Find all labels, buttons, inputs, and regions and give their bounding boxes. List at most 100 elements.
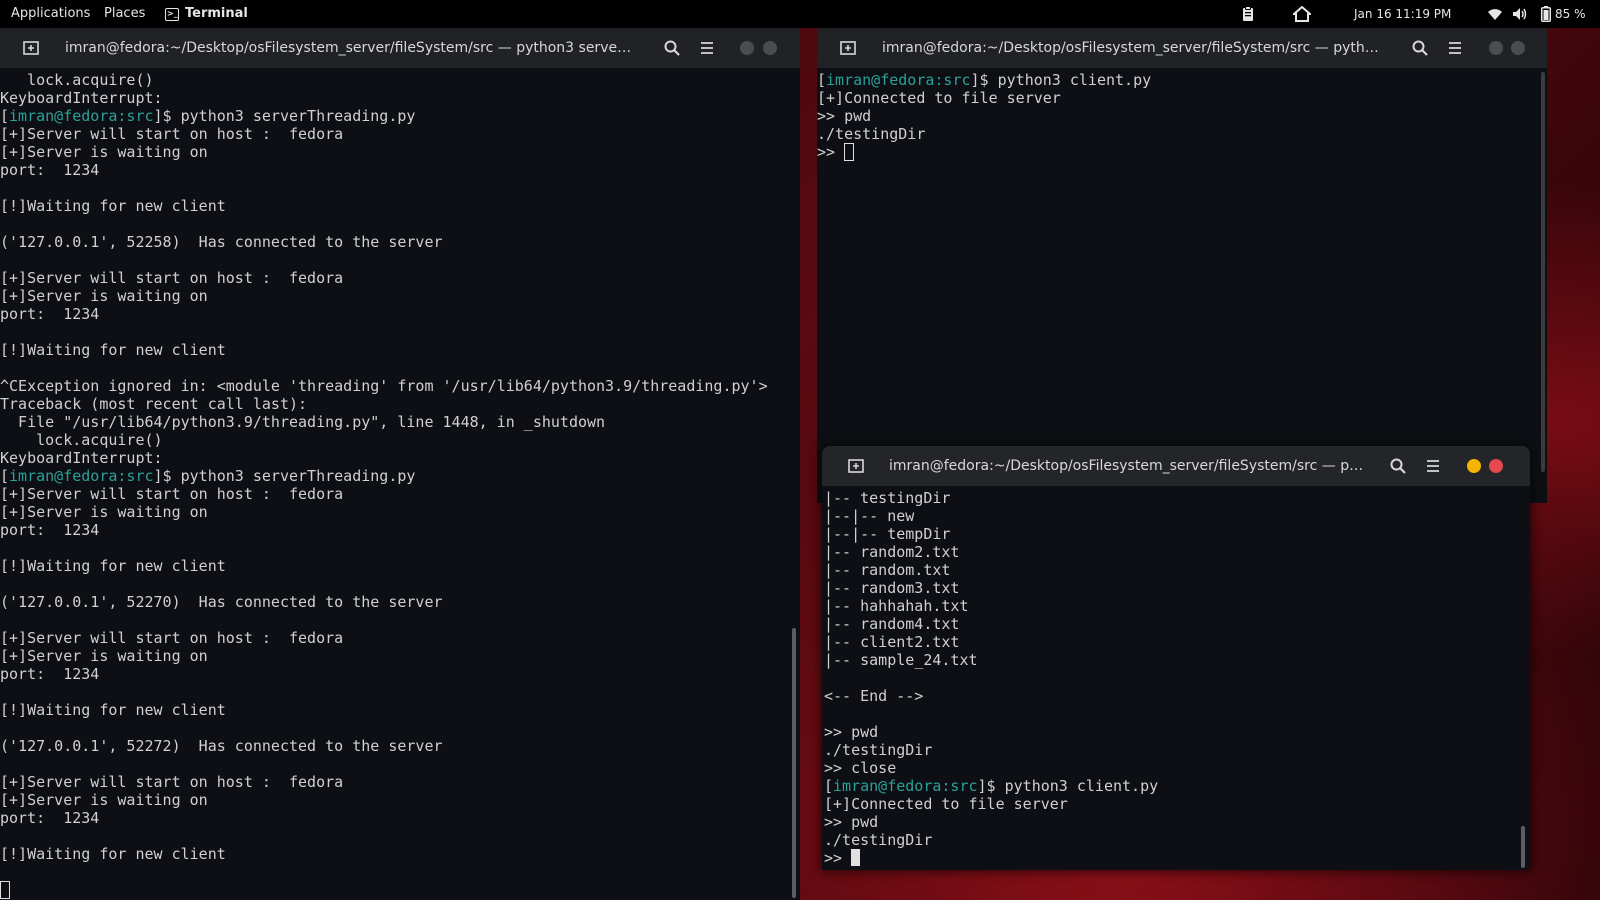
terminal-text: [+]Server will start on host : fedora [0,125,344,143]
terminal-line: [+]Server will start on host : fedora [0,269,790,287]
terminal-text: [+]Connected to file server [824,795,1068,813]
hamburger-menu-icon[interactable] [1423,456,1443,476]
terminal-cursor [851,849,861,866]
terminal-text: >> pwd [824,813,879,831]
volume-icon[interactable] [1512,7,1528,21]
clipboard-icon[interactable] [1242,6,1254,22]
close-button[interactable] [1511,41,1525,55]
window-header[interactable]: imran@fedora:~/Desktop/osFilesystem_serv… [822,446,1530,486]
close-button[interactable] [763,41,777,55]
terminal-line: ./testingDir [824,831,1520,849]
terminal-text: >> pwd [817,107,872,125]
terminal-line: [!]Waiting for new client [0,197,790,215]
prompt-user-host: imran@fedora:src [826,71,971,89]
scrollbar[interactable] [1541,72,1545,472]
scrollbar[interactable] [1521,826,1525,868]
minimize-button[interactable] [1467,459,1481,473]
terminal-line: [+]Server is waiting on [0,143,790,161]
search-icon[interactable] [1388,456,1408,476]
active-app-label: Terminal [185,6,248,21]
terminal-text: |-- random4.txt [824,615,960,633]
window-title: imran@fedora:~/Desktop/osFilesystem_serv… [889,458,1369,474]
terminal-line: [!]Waiting for new client [0,701,790,719]
terminal-text: ./testingDir [817,125,926,143]
terminal-text: |-- random2.txt [824,543,960,561]
terminal-text: [!]Waiting for new client [0,845,226,863]
terminal-text: >> close [824,759,897,777]
terminal-window-client-1[interactable]: imran@fedora:~/Desktop/osFilesystem_serv… [817,28,1547,503]
terminal-text: lock.acquire() [0,71,154,89]
scrollbar[interactable] [792,628,796,898]
terminal-line: port: 1234 [0,665,790,683]
terminal-text: [ [0,107,10,125]
terminal-text: |-- sample_24.txt [824,651,978,669]
terminal-text: [+]Server is waiting on [0,503,208,521]
terminal-text: |-- client2.txt [824,633,960,651]
terminal-text: [+]Server will start on host : fedora [0,485,344,503]
terminal-text: ('127.0.0.1', 52272) Has connected to th… [0,737,443,755]
window-header[interactable]: imran@fedora:~/Desktop/osFilesystem_serv… [0,28,800,68]
terminal-output[interactable]: [imran@fedora:src]$ python3 client.py [+]… [817,71,1537,161]
minimize-button[interactable] [1489,41,1503,55]
battery-icon [1541,6,1551,22]
terminal-line: >> [824,849,1520,867]
terminal-line: [+]Server is waiting on [0,287,790,305]
new-tab-icon[interactable] [21,38,41,58]
terminal-text: >> [824,849,852,867]
terminal-text: ]$ python3 client.py [977,777,1159,795]
places-menu[interactable]: Places [104,0,145,28]
terminal-text: [!]Waiting for new client [0,197,226,215]
terminal-line: [+]Connected to file server [824,795,1520,813]
terminal-text: [ [817,71,827,89]
clock[interactable]: Jan 16 11:19 PM [1354,0,1451,28]
minimize-button[interactable] [740,41,754,55]
terminal-line: port: 1234 [0,809,790,827]
terminal-window-server[interactable]: imran@fedora:~/Desktop/osFilesystem_serv… [0,28,800,900]
terminal-line: |-- random4.txt [824,615,1520,633]
new-tab-icon[interactable] [838,38,858,58]
terminal-output[interactable]: lock.acquire() KeyboardInterrupt: [imran@f… [0,71,790,899]
applications-menu[interactable]: Applications [11,0,90,28]
terminal-text: Traceback (most recent call last): [0,395,308,413]
hamburger-menu-icon[interactable] [697,38,717,58]
new-tab-icon[interactable] [846,456,866,476]
terminal-text: >> [817,143,845,161]
terminal-text: port: 1234 [0,521,100,539]
terminal-text: [+]Server is waiting on [0,287,208,305]
terminal-text: [+]Server will start on host : fedora [0,269,344,287]
terminal-line: [+]Server will start on host : fedora [0,125,790,143]
close-button[interactable] [1489,459,1503,473]
window-header[interactable]: imran@fedora:~/Desktop/osFilesystem_serv… [817,28,1547,68]
terminal-cursor [0,881,10,899]
search-icon[interactable] [1410,38,1430,58]
terminal-text: port: 1234 [0,809,100,827]
terminal-text: port: 1234 [0,665,100,683]
terminal-line: ^CException ignored in: <module 'threadi… [0,377,790,395]
wifi-icon[interactable] [1487,7,1503,21]
home-icon[interactable] [1293,6,1311,22]
battery-indicator[interactable]: 85 % [1541,0,1586,28]
terminal-line [0,881,790,899]
terminal-line: [imran@fedora:src]$ python3 serverThread… [0,107,790,125]
terminal-text: [ [0,467,10,485]
terminal-text: ]$ python3 serverThreading.py [153,107,416,125]
hamburger-menu-icon[interactable] [1445,38,1465,58]
terminal-line: port: 1234 [0,161,790,179]
terminal-text: KeyboardInterrupt: [0,89,163,107]
search-icon[interactable] [662,38,682,58]
terminal-line: [!]Waiting for new client [0,341,790,359]
terminal-line: |-- hahhahah.txt [824,597,1520,615]
terminal-line: ('127.0.0.1', 52258) Has connected to th… [0,233,790,251]
terminal-line: |--|-- new [824,507,1520,525]
terminal-window-client-2[interactable]: imran@fedora:~/Desktop/osFilesystem_serv… [822,446,1530,870]
terminal-line: >> pwd [824,813,1520,831]
active-app-menu[interactable]: >_ Terminal [165,0,248,28]
terminal-output[interactable]: |-- testingDir |--|-- new |--|-- tempDir |-… [824,489,1520,867]
terminal-text: ('127.0.0.1', 52270) Has connected to th… [0,593,443,611]
terminal-text: [!]Waiting for new client [0,341,226,359]
